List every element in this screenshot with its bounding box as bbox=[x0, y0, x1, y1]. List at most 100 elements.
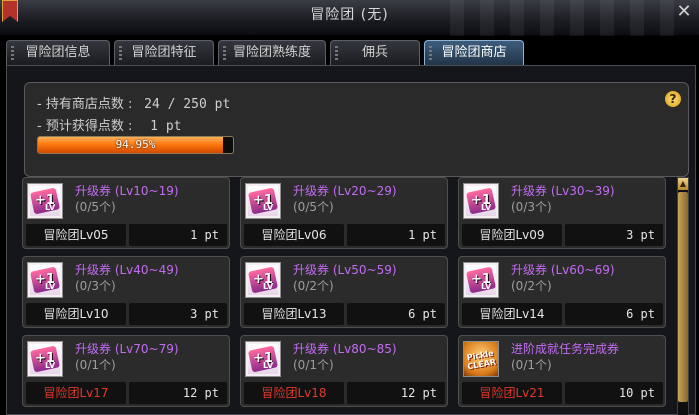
level-ticket-art: +1 LV bbox=[465, 265, 497, 295]
shop-item-card[interactable]: +1 LV 升级券 (Lv30~39) (0/3个) 冒险团Lv09 3 pt bbox=[458, 177, 666, 249]
item-requirement: 冒险团Lv05 bbox=[26, 224, 126, 246]
points-line: - 持有商店点数 : 24 / 250 pt bbox=[37, 93, 230, 112]
item-name: 升级券 (Lv40~49) bbox=[75, 263, 179, 277]
tab-label: 佣兵 bbox=[361, 45, 388, 60]
tab-adventure-proficiency[interactable]: 冒险团熟练度 bbox=[218, 40, 326, 65]
tab-adventure-traits[interactable]: 冒险团特征 bbox=[114, 40, 214, 65]
scrollbar[interactable]: ▲ bbox=[677, 177, 689, 415]
level-up-ticket-icon[interactable]: +1 LV bbox=[245, 183, 281, 219]
ticket-suffix: LV bbox=[263, 361, 274, 370]
level-ticket-art: +1 LV bbox=[29, 265, 61, 295]
tab-bar: 冒险团信息 冒险团特征 冒险团熟练度 佣兵 冒险团商店 bbox=[6, 40, 696, 65]
level-ticket-art: +1 LV bbox=[247, 265, 279, 295]
item-requirement: 冒险团Lv10 bbox=[26, 303, 126, 325]
tab-adventure-info[interactable]: 冒险团信息 bbox=[6, 40, 110, 65]
item-purchase-count: (0/5个) bbox=[75, 200, 116, 214]
item-name: 升级券 (Lv30~39) bbox=[511, 184, 615, 198]
level-ticket-art: +1 LV bbox=[465, 186, 497, 216]
item-purchase-count: (0/2个) bbox=[511, 279, 552, 293]
ticket-suffix: LV bbox=[45, 361, 56, 370]
window-title: 冒险团 (无) bbox=[310, 7, 389, 23]
quest-clear-ticket-icon[interactable]: Pickle CLEAR bbox=[463, 341, 499, 377]
quest-ticket-text: Pickle CLEAR bbox=[466, 348, 497, 372]
ticket-suffix: LV bbox=[263, 282, 274, 291]
ticket-suffix: LV bbox=[263, 203, 274, 212]
item-price: 6 pt bbox=[565, 303, 663, 325]
item-name: 升级券 (Lv50~59) bbox=[293, 263, 397, 277]
item-requirement: 冒险团Lv18 bbox=[244, 382, 344, 404]
item-purchase-count: (0/5个) bbox=[293, 200, 334, 214]
level-up-ticket-icon[interactable]: +1 LV bbox=[245, 341, 281, 377]
tab-label: 冒险团商店 bbox=[441, 45, 507, 60]
item-purchase-count: (0/3个) bbox=[511, 200, 552, 214]
item-price: 3 pt bbox=[565, 224, 663, 246]
item-purchase-count: (0/1个) bbox=[293, 358, 334, 372]
expected-points-line: - 预计获得点数 : 1 pt bbox=[37, 115, 181, 134]
shop-item-card[interactable]: +1 LV 升级券 (Lv40~49) (0/3个) 冒险团Lv10 3 pt bbox=[22, 256, 230, 328]
item-price: 1 pt bbox=[129, 224, 227, 246]
tab-label: 冒险团信息 bbox=[25, 45, 91, 60]
tab-grip-icon bbox=[119, 46, 122, 60]
ticket-suffix: LV bbox=[481, 282, 492, 291]
shop-item-card[interactable]: +1 LV 升级券 (Lv80~85) (0/1个) 冒险团Lv18 12 pt bbox=[240, 335, 448, 407]
item-purchase-count: (0/3个) bbox=[75, 279, 116, 293]
shop-item-card[interactable]: Pickle CLEAR 进阶成就任务完成券 (0/1个) 冒险团Lv21 10 pt bbox=[458, 335, 666, 407]
shop-item-card[interactable]: +1 LV 升级券 (Lv70~79) (0/1个) 冒险团Lv17 12 pt bbox=[22, 335, 230, 407]
ticket-suffix: LV bbox=[45, 282, 56, 291]
points-progress-bar: 94.95% bbox=[37, 136, 234, 154]
level-ticket-art: +1 LV bbox=[29, 186, 61, 216]
item-price: 6 pt bbox=[347, 303, 445, 325]
level-ticket-art: +1 LV bbox=[247, 344, 279, 374]
item-purchase-count: (0/2个) bbox=[293, 279, 334, 293]
help-icon[interactable]: ? bbox=[665, 91, 681, 107]
item-name: 进阶成就任务完成券 bbox=[511, 342, 620, 356]
item-name: 升级券 (Lv80~85) bbox=[293, 342, 397, 356]
item-requirement: 冒险团Lv09 bbox=[462, 224, 562, 246]
title-bar: 冒险团 (无) ✕ bbox=[0, 0, 699, 36]
item-price: 1 pt bbox=[347, 224, 445, 246]
item-price: 3 pt bbox=[129, 303, 227, 325]
tab-grip-icon bbox=[429, 46, 432, 60]
tab-grip-icon bbox=[223, 46, 226, 60]
item-name: 升级券 (Lv60~69) bbox=[511, 263, 615, 277]
shop-item-card[interactable]: +1 LV 升级券 (Lv50~59) (0/2个) 冒险团Lv13 6 pt bbox=[240, 256, 448, 328]
close-button[interactable]: ✕ bbox=[675, 3, 693, 21]
item-name: 升级券 (Lv20~29) bbox=[293, 184, 397, 198]
expected-points-value: 1 pt bbox=[150, 119, 182, 134]
level-up-ticket-icon[interactable]: +1 LV bbox=[27, 183, 63, 219]
level-up-ticket-icon[interactable]: +1 LV bbox=[27, 341, 63, 377]
level-up-ticket-icon[interactable]: +1 LV bbox=[463, 262, 499, 298]
shop-panel: - 持有商店点数 : 24 / 250 pt - 预计获得点数 : 1 pt 9… bbox=[6, 65, 696, 415]
tab-mercenary[interactable]: 佣兵 bbox=[330, 40, 420, 65]
tab-label: 冒险团熟练度 bbox=[232, 45, 311, 60]
progress-text: 94.95% bbox=[115, 138, 156, 151]
item-requirement: 冒险团Lv14 bbox=[462, 303, 562, 325]
scroll-up-button[interactable]: ▲ bbox=[678, 178, 688, 190]
quest-ticket-art: Pickle CLEAR bbox=[464, 342, 498, 376]
item-name: 升级券 (Lv10~19) bbox=[75, 184, 179, 198]
item-name: 升级券 (Lv70~79) bbox=[75, 342, 179, 356]
level-up-ticket-icon[interactable]: +1 LV bbox=[463, 183, 499, 219]
level-ticket-art: +1 LV bbox=[247, 186, 279, 216]
tab-label: 冒险团特征 bbox=[131, 45, 197, 60]
shop-item-card[interactable]: +1 LV 升级券 (Lv10~19) (0/5个) 冒险团Lv05 1 pt bbox=[22, 177, 230, 249]
points-label: - 持有商店点数 : bbox=[37, 97, 133, 112]
item-price: 12 pt bbox=[129, 382, 227, 404]
ticket-suffix: LV bbox=[45, 203, 56, 212]
points-value: 24 / 250 pt bbox=[144, 97, 231, 112]
tab-adventure-shop[interactable]: 冒险团商店 bbox=[424, 40, 524, 65]
item-purchase-count: (0/1个) bbox=[511, 358, 552, 372]
item-price: 12 pt bbox=[347, 382, 445, 404]
level-ticket-art: +1 LV bbox=[29, 344, 61, 374]
tab-grip-icon bbox=[11, 46, 14, 60]
item-requirement: 冒险团Lv13 bbox=[244, 303, 344, 325]
item-requirement: 冒险团Lv17 bbox=[26, 382, 126, 404]
shop-item-card[interactable]: +1 LV 升级券 (Lv20~29) (0/5个) 冒险团Lv06 1 pt bbox=[240, 177, 448, 249]
level-up-ticket-icon[interactable]: +1 LV bbox=[245, 262, 281, 298]
scroll-thumb[interactable] bbox=[678, 192, 688, 402]
shop-item-card[interactable]: +1 LV 升级券 (Lv60~69) (0/2个) 冒险团Lv14 6 pt bbox=[458, 256, 666, 328]
level-up-ticket-icon[interactable]: +1 LV bbox=[27, 262, 63, 298]
item-requirement: 冒险团Lv21 bbox=[462, 382, 562, 404]
shop-points-summary: - 持有商店点数 : 24 / 250 pt - 预计获得点数 : 1 pt 9… bbox=[24, 82, 689, 177]
ticket-suffix: LV bbox=[481, 203, 492, 212]
